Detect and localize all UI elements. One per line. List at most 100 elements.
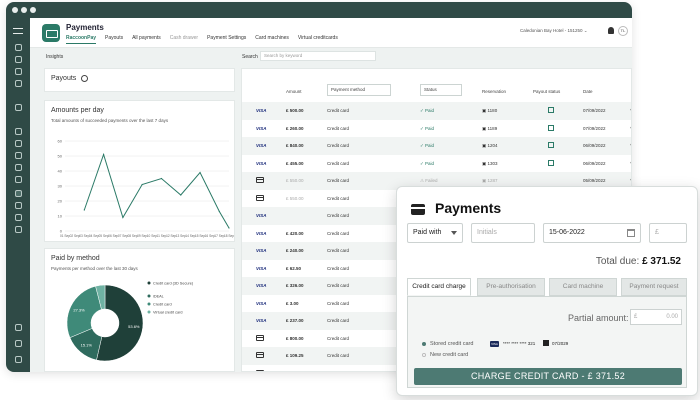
tab-raccoonpay[interactable]: RaccoonPay bbox=[66, 35, 97, 44]
tab-credit-card-charge[interactable]: Credit card charge bbox=[407, 278, 471, 296]
tab-payment-settings[interactable]: Payment Settings bbox=[207, 35, 246, 44]
amount-cell: £ 840.00 bbox=[286, 143, 304, 148]
mail-icon[interactable] bbox=[15, 202, 22, 209]
report-icon[interactable] bbox=[15, 214, 22, 221]
tab-card-machine[interactable]: Card machine bbox=[549, 278, 617, 296]
plus-icon[interactable] bbox=[15, 226, 22, 233]
calendar-icon bbox=[543, 340, 549, 346]
amount-cell: £ 260.00 bbox=[286, 125, 304, 131]
payments-icon[interactable] bbox=[15, 190, 22, 197]
date-cell: 06/09/2022 bbox=[583, 143, 606, 148]
users-icon[interactable] bbox=[15, 140, 22, 147]
payout-checkbox[interactable] bbox=[548, 159, 554, 166]
tab-cash-drawer[interactable]: Cash drawer bbox=[170, 35, 198, 44]
y-tick-label: 50 bbox=[58, 154, 63, 159]
partial-amount-label: Partial amount: bbox=[568, 313, 629, 323]
stored-card-radio[interactable] bbox=[422, 342, 426, 346]
hotel-selector[interactable]: Caledonian Bay Hotel - 151250 ⌄ bbox=[520, 28, 588, 34]
new-card-label[interactable]: New credit card bbox=[430, 352, 468, 358]
reservation-link[interactable]: ▣ 1189 bbox=[482, 126, 497, 132]
calendar-icon[interactable] bbox=[15, 56, 22, 63]
tab-all-payments[interactable]: All payments bbox=[132, 35, 161, 44]
amount-field[interactable]: £ bbox=[649, 223, 687, 243]
edit-icon[interactable]: ✎ bbox=[630, 178, 631, 184]
legend-label: Credit card (3D Secure) bbox=[153, 282, 194, 286]
table-row[interactable]: VISA £ 840.00 Credit card ✓ Paid ▣ 1204 06/09… bbox=[242, 137, 631, 155]
slice-label: 15.1% bbox=[81, 343, 93, 348]
header-method-filter[interactable]: Payment method bbox=[327, 84, 391, 96]
tab-pre-authorisation[interactable]: Pre-authorisation bbox=[477, 278, 545, 296]
reservation-link[interactable]: ▣ 1204 bbox=[482, 143, 498, 149]
calendar-icon[interactable] bbox=[627, 229, 635, 237]
payout-checkbox[interactable] bbox=[548, 124, 554, 131]
paid-with-value: Paid with bbox=[413, 229, 442, 236]
method-cell: Credit card bbox=[327, 300, 350, 306]
menu-icon[interactable] bbox=[13, 28, 23, 34]
search-label: Search bbox=[242, 54, 258, 60]
visa-icon: VISA bbox=[256, 318, 267, 323]
status-badge: ✓ Paid bbox=[420, 108, 435, 113]
bed-icon[interactable] bbox=[15, 68, 22, 75]
chart-icon[interactable] bbox=[15, 164, 22, 171]
y-tick-label: 10 bbox=[58, 214, 63, 219]
arrow-circle-icon[interactable] bbox=[81, 75, 88, 82]
window-dot-close[interactable] bbox=[12, 7, 18, 13]
payout-checkbox[interactable] bbox=[548, 107, 554, 113]
reservation-number: 1204 bbox=[487, 143, 498, 148]
search-icon[interactable] bbox=[15, 104, 22, 111]
table-row[interactable]: VISA £ 500.00 Credit card ✓ Paid ▣ 1180 07/09… bbox=[242, 102, 631, 120]
edit-icon[interactable]: ✎ bbox=[630, 161, 631, 167]
amount-cell: £ 326.00 bbox=[286, 283, 304, 288]
payouts-card[interactable]: Payouts bbox=[44, 68, 235, 92]
visa-icon: VISA bbox=[256, 125, 267, 131]
paid-with-select[interactable]: Paid with bbox=[407, 223, 463, 243]
table-row[interactable]: VISA £ 260.00 Credit card ✓ Paid ▣ 1189 07/09… bbox=[242, 120, 631, 138]
edit-icon[interactable]: ✎ bbox=[630, 126, 631, 132]
partial-currency: £ bbox=[634, 314, 638, 320]
edit-icon[interactable]: ✎ bbox=[630, 143, 631, 149]
bell-icon[interactable] bbox=[608, 27, 614, 34]
method-pie-chart: 53.6% 15.1% 27.3% Credit card (3D Secure) iD… bbox=[66, 281, 194, 362]
header-status-filter[interactable]: Status bbox=[420, 84, 462, 96]
reservation-link[interactable]: ▣ 1180 bbox=[482, 108, 497, 114]
swap-icon[interactable] bbox=[15, 324, 22, 331]
window-dot-maximize[interactable] bbox=[30, 7, 36, 13]
amount-cell: £ 550.00 bbox=[286, 178, 304, 183]
home-icon[interactable] bbox=[15, 44, 22, 51]
stored-card-label[interactable]: Stored credit card bbox=[430, 341, 473, 347]
reservation-link[interactable]: ▣ 1303 bbox=[482, 161, 498, 167]
data-point bbox=[180, 194, 182, 196]
tab-payment-request[interactable]: Payment request bbox=[621, 278, 687, 296]
settings-icon[interactable] bbox=[15, 128, 22, 135]
refresh-icon[interactable] bbox=[15, 176, 22, 183]
help-icon[interactable] bbox=[15, 340, 22, 347]
avatar[interactable]: TL bbox=[618, 26, 628, 36]
status-badge: ✓ Paid bbox=[420, 160, 435, 166]
document-icon[interactable] bbox=[15, 152, 22, 159]
tab-card-machines[interactable]: Card machines bbox=[255, 35, 289, 44]
series-line bbox=[83, 152, 230, 229]
sidebar bbox=[6, 18, 30, 372]
popup-title: Payments bbox=[435, 200, 502, 216]
window-dot-minimize[interactable] bbox=[21, 7, 27, 13]
header-amount: Amount bbox=[286, 89, 302, 94]
initials-field[interactable]: Initials bbox=[471, 223, 535, 243]
table-row[interactable]: VISA £ 455.00 Credit card ✓ Paid ▣ 1303 06/09… bbox=[242, 155, 631, 173]
date-field[interactable]: 15-06-2022 bbox=[543, 223, 641, 243]
charge-credit-card-button[interactable]: CHARGE CREDIT CARD - £ 371.52 bbox=[414, 368, 682, 385]
amount-cell: £ 240.00 bbox=[286, 248, 304, 253]
charge-popup: Payments Paid with Initials 15-06-2022 £… bbox=[396, 186, 698, 396]
tab-payouts[interactable]: Payouts bbox=[105, 35, 123, 44]
partial-amount-input[interactable]: £ 0.00 bbox=[630, 309, 682, 325]
logout-icon[interactable] bbox=[15, 356, 22, 363]
search-input[interactable]: Search by keyword bbox=[260, 51, 376, 61]
visa-icon: VISA bbox=[256, 300, 267, 306]
insights-label: Insights bbox=[46, 54, 64, 60]
edit-icon[interactable]: ✎ bbox=[630, 108, 631, 114]
list-icon[interactable] bbox=[15, 80, 22, 87]
payout-checkbox[interactable] bbox=[548, 142, 554, 148]
new-card-radio[interactable] bbox=[422, 353, 426, 357]
reservation-link[interactable]: ▣ 1287 bbox=[482, 178, 498, 184]
tab-virtual-creditcards[interactable]: Virtual creditcards bbox=[298, 35, 338, 44]
amounts-card: Amounts per day Total amounts of succeed… bbox=[44, 100, 235, 242]
